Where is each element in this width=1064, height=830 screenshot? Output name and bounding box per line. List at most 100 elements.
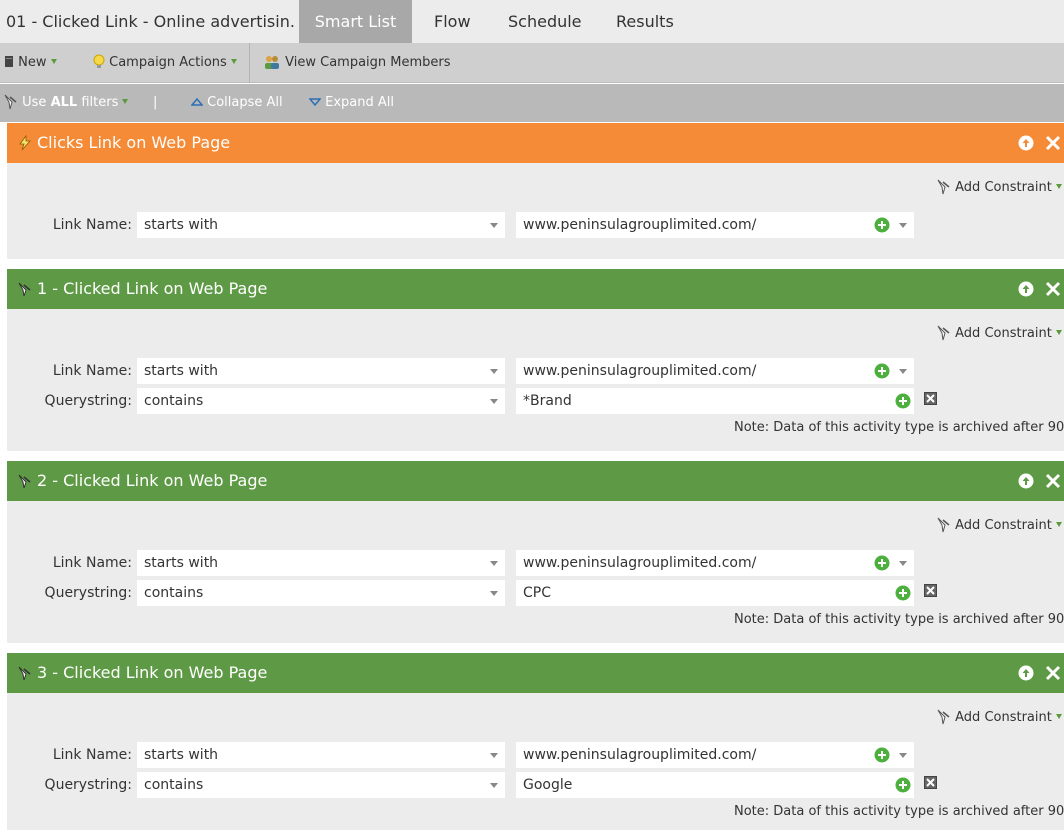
add-constraint-button[interactable]: Add Constraint [937,709,1062,727]
close-icon[interactable] [1045,135,1061,151]
add-value-icon[interactable] [874,747,890,763]
tab-flow[interactable]: Flow [434,0,471,43]
funnel-icon [937,325,950,340]
row-label: Link Name: [52,363,132,379]
collapse-icon [190,97,204,106]
filter-header[interactable]: 2 - Clicked Link on Web Page [7,461,1064,501]
filter-block: 3 - Clicked Link on Web Page Add Constra… [7,653,1064,830]
move-up-icon[interactable] [1018,665,1034,681]
add-constraint-button[interactable]: Add Constraint [937,179,1062,197]
remove-constraint-icon[interactable] [924,392,937,405]
filter-logic-dropdown[interactable]: Use ALL filters [4,84,129,122]
dropdown-arrow-icon[interactable] [899,561,907,566]
move-up-icon[interactable] [1018,135,1034,151]
dropdown-arrow-icon [490,591,498,596]
view-campaign-members-button[interactable]: View Campaign Members [263,43,451,83]
toolbar-divider [249,43,250,83]
remove-constraint-icon[interactable] [924,584,937,597]
add-value-icon[interactable] [874,363,890,379]
add-constraint-label: Add Constraint [955,326,1052,341]
value-input[interactable]: www.peninsulagrouplimited.com/ [516,358,914,384]
add-constraint-button[interactable]: Add Constraint [937,325,1062,343]
value-text: CPC [523,585,551,601]
lightning-icon [19,135,31,151]
funnel-icon [18,474,31,489]
move-up-icon[interactable] [1018,281,1034,297]
value-text: Google [523,777,573,793]
expand-all-button[interactable]: Expand All [308,84,395,122]
add-value-icon[interactable] [874,217,890,233]
collapse-all-label: Collapse All [207,95,283,110]
value-text: www.peninsulagrouplimited.com/ [523,555,757,571]
operator-select[interactable]: contains [137,580,505,606]
tab-bar: 01 - Clicked Link - Online advertisin...… [0,0,1064,43]
value-input[interactable]: www.peninsulagrouplimited.com/ [516,550,914,576]
add-constraint-label: Add Constraint [955,518,1052,533]
funnel-icon [937,709,950,724]
operator-select[interactable]: starts with [137,212,505,238]
operator-select[interactable]: starts with [137,550,505,576]
value-input[interactable]: www.peninsulagrouplimited.com/ [516,212,914,238]
value-input[interactable]: CPC [516,580,914,606]
dropdown-arrow-icon [490,753,498,758]
operator-value: contains [144,585,204,601]
filter-header[interactable]: 3 - Clicked Link on Web Page [7,653,1064,693]
archive-note: Note: Data of this activity type is arch… [734,804,1064,819]
row-label: Querystring: [44,585,132,601]
close-icon[interactable] [1045,473,1061,489]
operator-value: contains [144,777,204,793]
campaign-actions-button[interactable]: Campaign Actions [93,43,237,83]
value-input[interactable]: www.peninsulagrouplimited.com/ [516,742,914,768]
value-text: *Brand [523,393,572,409]
chevron-down-icon [1055,714,1062,719]
tab-smart-list[interactable]: Smart List [299,0,412,43]
funnel-icon [18,282,31,297]
toolbar: New Campaign Actions View Campaign Membe… [0,43,1064,83]
remove-constraint-icon[interactable] [924,776,937,789]
add-constraint-button[interactable]: Add Constraint [937,517,1062,535]
row-label: Link Name: [52,555,132,571]
value-input[interactable]: *Brand [516,388,914,414]
row-label: Link Name: [52,217,132,233]
funnel-icon [937,517,950,532]
new-button[interactable]: New [4,43,57,83]
funnel-icon [18,666,31,681]
value-input[interactable]: Google [516,772,914,798]
tab-results[interactable]: Results [616,0,674,43]
close-icon[interactable] [1045,281,1061,297]
dropdown-arrow-icon[interactable] [899,753,907,758]
chevron-down-icon [50,59,57,64]
close-icon[interactable] [1045,665,1061,681]
dropdown-arrow-icon[interactable] [899,369,907,374]
operator-value: starts with [144,363,219,379]
dropdown-arrow-icon [490,561,498,566]
filter-title: 2 - Clicked Link on Web Page [37,471,268,490]
chevron-down-icon [230,59,237,64]
expand-all-label: Expand All [325,95,395,110]
add-value-icon[interactable] [895,585,911,601]
chevron-down-icon [122,99,129,104]
add-value-icon[interactable] [895,777,911,793]
archive-note: Note: Data of this activity type is arch… [734,612,1064,627]
operator-select[interactable]: contains [137,388,505,414]
lightbulb-icon [93,54,105,68]
filter-header[interactable]: 1 - Clicked Link on Web Page [7,269,1064,309]
row-label: Querystring: [44,393,132,409]
operator-value: starts with [144,217,219,233]
tab-schedule[interactable]: Schedule [508,0,582,43]
campaign-title: 01 - Clicked Link - Online advertisin... [6,12,294,31]
new-label: New [18,55,47,70]
add-value-icon[interactable] [874,555,890,571]
operator-select[interactable]: starts with [137,742,505,768]
dropdown-arrow-icon[interactable] [899,223,907,228]
operator-select[interactable]: contains [137,772,505,798]
trigger-header[interactable]: Clicks Link on Web Page [7,123,1064,163]
move-up-icon[interactable] [1018,473,1034,489]
collapse-all-button[interactable]: Collapse All [190,84,283,122]
add-value-icon[interactable] [895,393,911,409]
operator-value: starts with [144,555,219,571]
dropdown-arrow-icon [490,223,498,228]
filter-logic-bar: Use ALL filters | Collapse All Expand Al… [0,84,1064,122]
operator-select[interactable]: starts with [137,358,505,384]
trigger-block: Clicks Link on Web Page Add Constraint L… [7,123,1064,259]
